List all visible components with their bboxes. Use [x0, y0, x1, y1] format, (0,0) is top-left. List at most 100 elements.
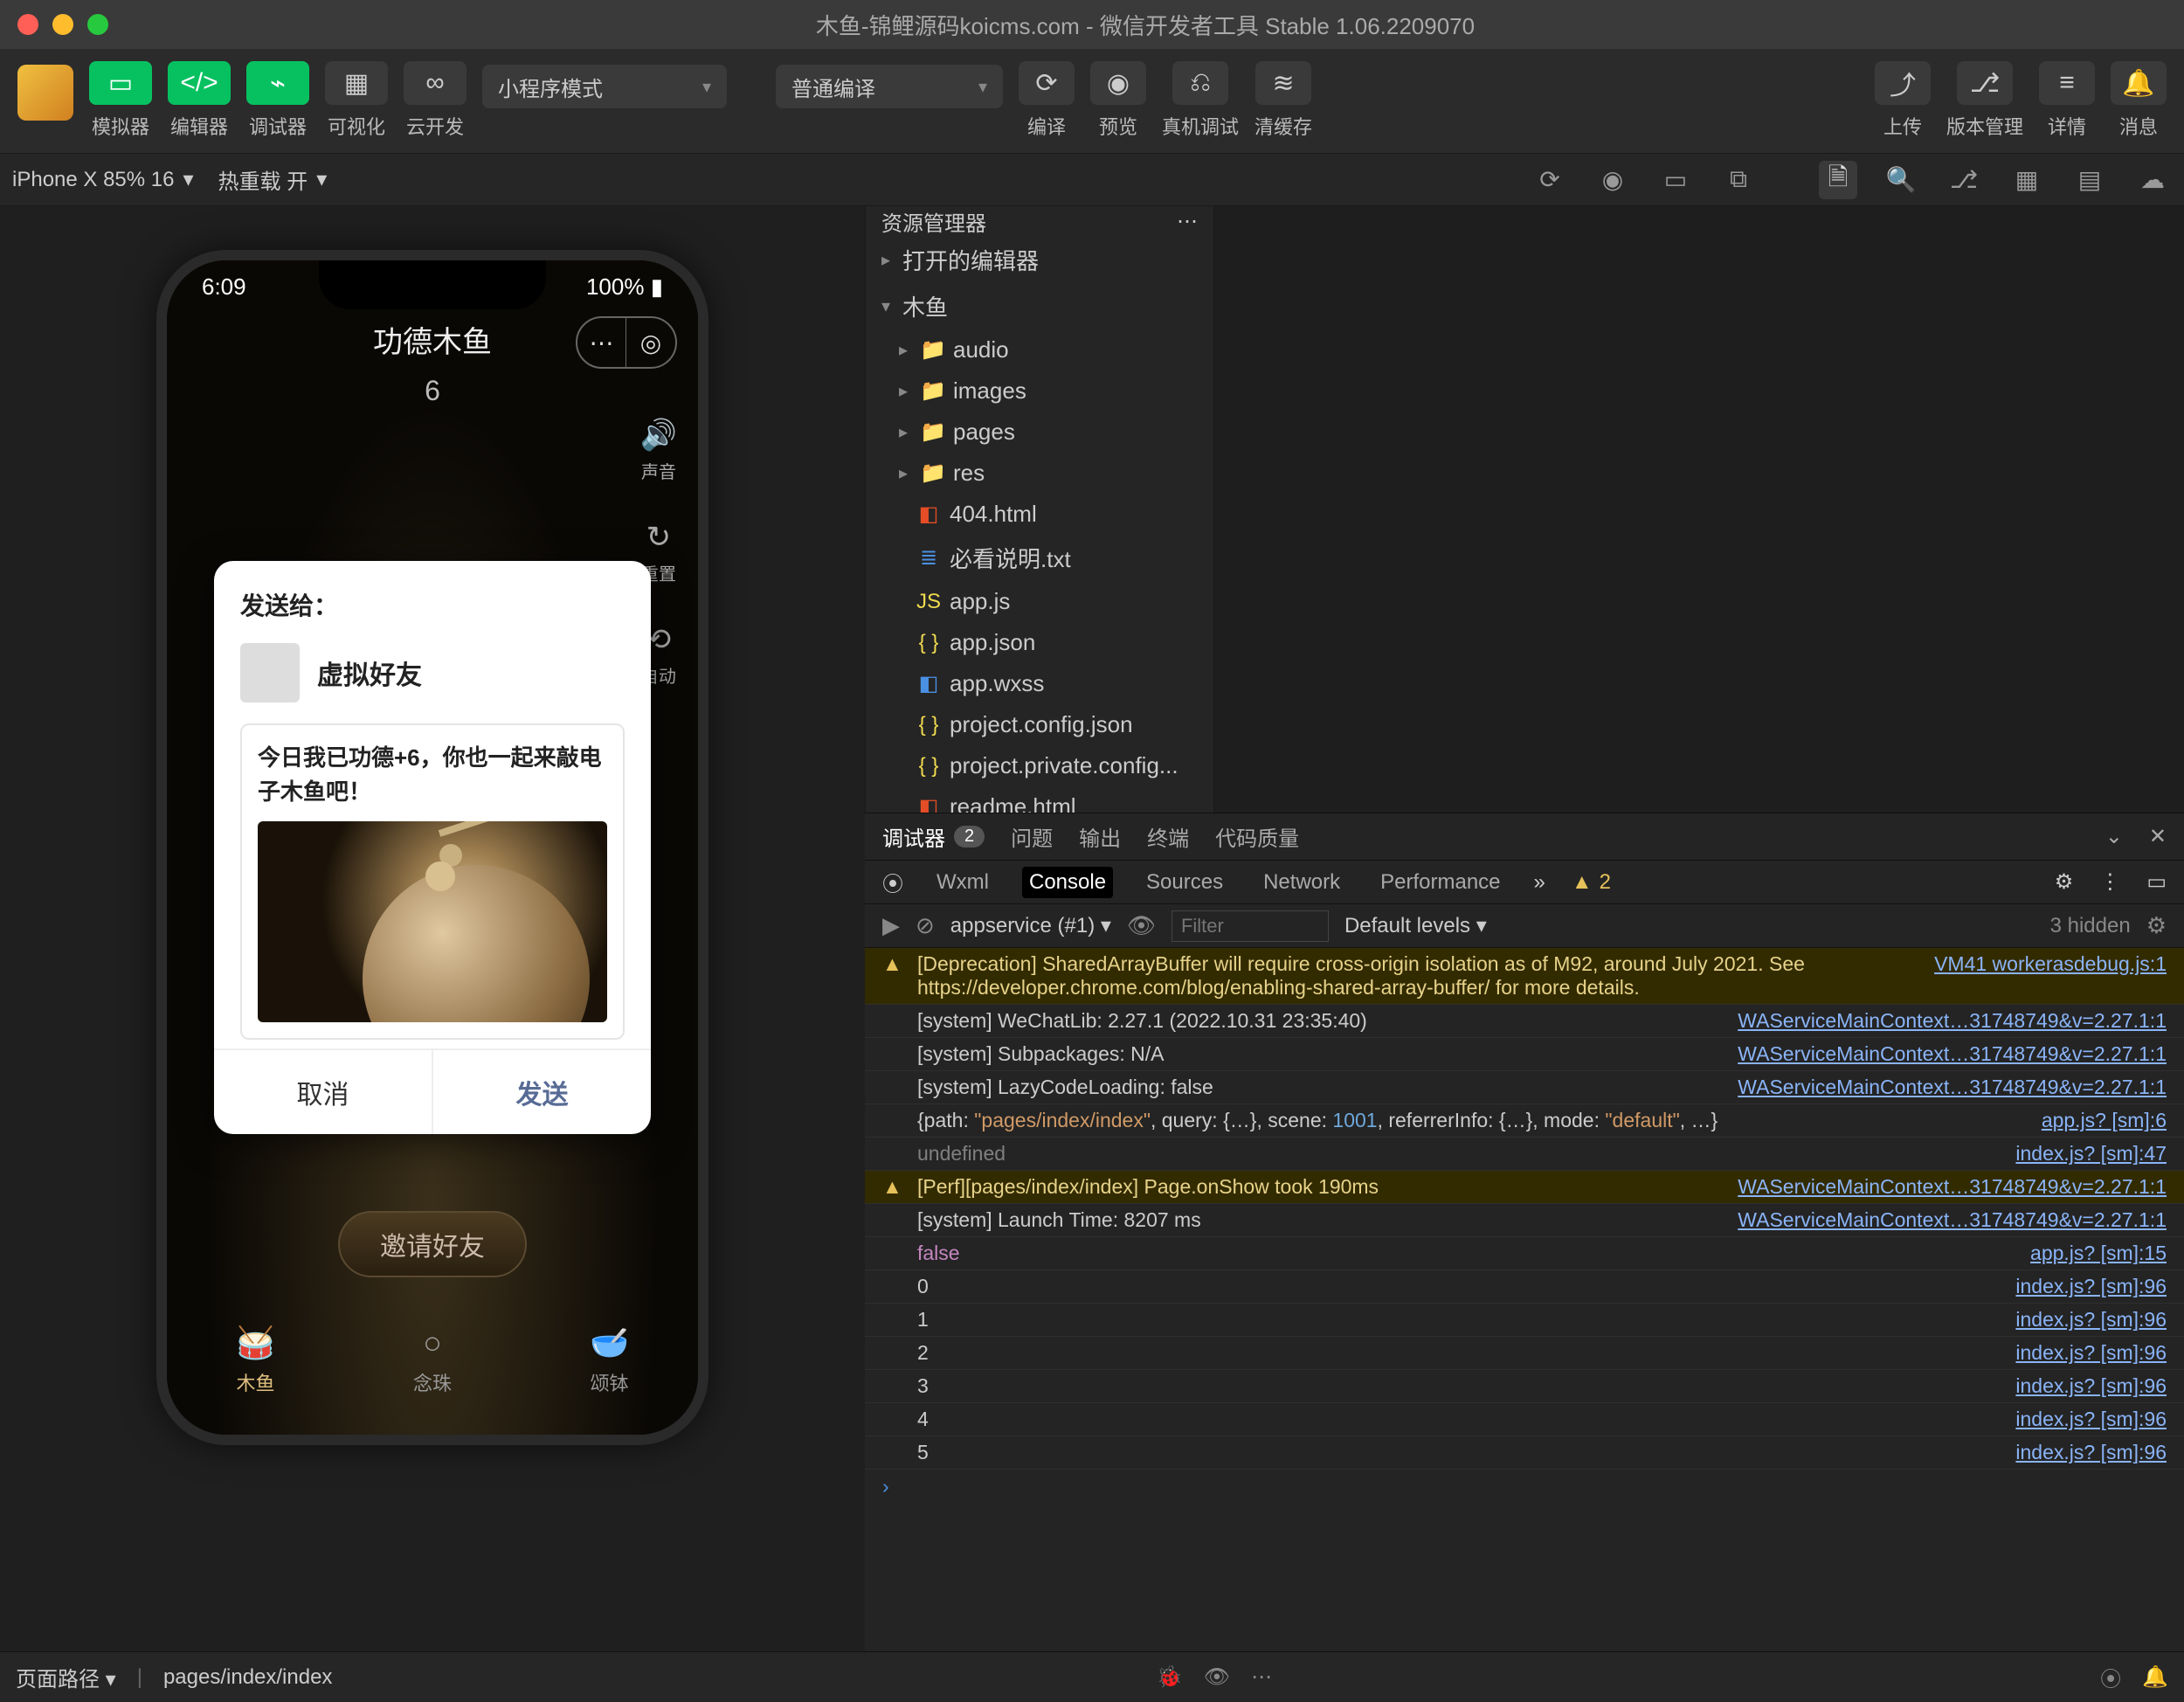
console-row[interactable]: {path: "pages/index/index", query: {…}, … [865, 1104, 2184, 1138]
devtools-tab-problems[interactable]: 问题 [1011, 821, 1053, 852]
compile-button[interactable]: ⟳ [1019, 61, 1075, 105]
capsule-close-icon[interactable]: ◎ [626, 318, 675, 367]
console-row[interactable]: ▲[Deprecation] SharedArrayBuffer will re… [865, 948, 2184, 1005]
inspect-icon[interactable]: ⦿ [882, 867, 903, 897]
tab-network[interactable]: Network [1256, 867, 1347, 898]
tab-nianzhu[interactable]: ○念珠 [413, 1325, 452, 1396]
compile-mode-dropdown[interactable]: 普通编译▾ [776, 65, 1003, 108]
close-window-icon[interactable] [17, 14, 38, 35]
context-selector[interactable]: appservice (#1) ▾ [950, 913, 1111, 938]
file-proj-private[interactable]: { }project.private.config... [866, 745, 1213, 786]
page-path-label[interactable]: 页面路径 ▾ [16, 1662, 116, 1692]
log-source-link[interactable]: app.js? [sm]:15 [2030, 1242, 2167, 1265]
user-avatar[interactable] [17, 65, 73, 121]
record-icon[interactable]: ◉ [1593, 161, 1632, 199]
console-row[interactable]: 1index.js? [sm]:96 [865, 1304, 2184, 1337]
tab-songbo[interactable]: 🥣颂钵 [590, 1325, 629, 1396]
console-row[interactable]: 3index.js? [sm]:96 [865, 1370, 2184, 1403]
log-source-link[interactable]: index.js? [sm]:96 [2015, 1374, 2167, 1398]
version-button[interactable]: ⎇ [1957, 61, 2013, 105]
bug-icon[interactable]: 🐞 [1157, 1664, 1183, 1690]
component-icon[interactable]: ▤ [2070, 161, 2109, 199]
file-app-wxss[interactable]: ◧app.wxss [866, 663, 1213, 704]
capsule-menu-icon[interactable]: ⋯ [577, 318, 626, 367]
console-output[interactable]: ▲[Deprecation] SharedArrayBuffer will re… [865, 948, 2184, 1651]
log-source-link[interactable]: index.js? [sm]:96 [2015, 1308, 2167, 1332]
mode-dropdown[interactable]: 小程序模式▾ [482, 65, 727, 108]
console-row[interactable]: [system] LazyCodeLoading: falseWAService… [865, 1071, 2184, 1104]
preview-button[interactable]: ◉ [1090, 61, 1146, 105]
log-source-link[interactable]: index.js? [sm]:96 [2015, 1441, 2167, 1464]
console-row[interactable]: falseapp.js? [sm]:15 [865, 1237, 2184, 1270]
console-row[interactable]: 0index.js? [sm]:96 [865, 1270, 2184, 1304]
console-row[interactable]: 5index.js? [sm]:96 [865, 1436, 2184, 1470]
console-row[interactable]: [system] Launch Time: 8207 msWAServiceMa… [865, 1204, 2184, 1237]
dock-icon[interactable]: ▭ [2146, 869, 2167, 895]
play-icon[interactable]: ▶ [882, 912, 900, 939]
refresh-icon[interactable]: ⟳ [1531, 161, 1569, 199]
console-row[interactable]: [system] Subpackages: N/AWAServiceMainCo… [865, 1038, 2184, 1071]
device-icon[interactable]: ▭ [1656, 161, 1695, 199]
message-button[interactable]: 🔔 [2111, 61, 2167, 105]
tab-muyu[interactable]: 🥁木鱼 [236, 1325, 275, 1396]
levels-selector[interactable]: Default levels ▾ [1344, 913, 1487, 938]
file-app-js[interactable]: JSapp.js [866, 581, 1213, 622]
console-row[interactable]: 4index.js? [sm]:96 [865, 1403, 2184, 1436]
log-source-link[interactable]: index.js? [sm]:47 [2015, 1142, 2167, 1166]
log-source-link[interactable]: WAServiceMainContext…31748749&v=2.27.1:1 [1738, 1042, 2167, 1066]
kebab-icon[interactable]: ⋮ [2099, 869, 2120, 895]
branch-icon[interactable]: ⎇ [1945, 161, 1983, 199]
console-prompt[interactable]: › [865, 1470, 2184, 1504]
hot-reload-toggle[interactable]: 热重载 开 ▾ [218, 164, 328, 195]
log-source-link[interactable]: index.js? [sm]:96 [2015, 1341, 2167, 1365]
cloud-icon[interactable]: ☁ [2133, 161, 2172, 199]
devtools-tab-terminal[interactable]: 终端 [1147, 821, 1189, 852]
more-icon[interactable]: ⋯ [1177, 209, 1198, 234]
log-source-link[interactable]: WAServiceMainContext…31748749&v=2.27.1:1 [1738, 1208, 2167, 1232]
bell-icon[interactable]: 🔔 [2142, 1664, 2168, 1690]
visualize-button[interactable]: ▦ [325, 61, 388, 105]
gear-icon[interactable]: ⚙ [2055, 869, 2074, 895]
extensions-icon[interactable]: ▦ [2008, 161, 2046, 199]
log-source-link[interactable]: WAServiceMainContext…31748749&v=2.27.1:1 [1738, 1009, 2167, 1033]
folder-audio[interactable]: ▸📁audio [866, 329, 1213, 370]
eye-icon[interactable]: 👁 [1127, 912, 1156, 939]
console-row[interactable]: 2index.js? [sm]:96 [865, 1337, 2184, 1370]
devtools-tab-debugger[interactable]: 调试器2 [882, 821, 985, 852]
tab-wxml[interactable]: Wxml [930, 867, 996, 898]
debugger-button[interactable]: ⌁ [246, 61, 309, 105]
file-readme-txt[interactable]: ≣必看说明.txt [866, 535, 1213, 581]
collapse-icon[interactable]: ⌄ [2105, 824, 2123, 849]
clear-cache-button[interactable]: ≋ [1255, 61, 1311, 105]
file-404[interactable]: ◧404.html [866, 494, 1213, 535]
cloud-button[interactable]: ∞ [404, 61, 467, 105]
hidden-count[interactable]: 3 hidden [2050, 914, 2131, 938]
cancel-button[interactable]: 取消 [214, 1050, 433, 1134]
folder-pages[interactable]: ▸📁pages [866, 412, 1213, 453]
log-source-link[interactable]: WAServiceMainContext…31748749&v=2.27.1:1 [1738, 1076, 2167, 1099]
log-source-link[interactable]: VM41 workerasdebug.js:1 [1934, 952, 2167, 976]
wifi-icon[interactable]: ⦿ [2100, 1662, 2121, 1692]
file-readme-html[interactable]: ◧readme.html [866, 786, 1213, 813]
gear-icon[interactable]: ⚙ [2146, 912, 2167, 939]
clear-icon[interactable]: ⊘ [916, 912, 935, 939]
invite-button[interactable]: 邀请好友 [338, 1211, 527, 1277]
search-icon[interactable]: 🔍 [1882, 161, 1920, 199]
minimize-window-icon[interactable] [52, 14, 73, 35]
detach-icon[interactable]: ⧉ [1719, 161, 1758, 199]
log-source-link[interactable]: app.js? [sm]:6 [2042, 1109, 2167, 1132]
more-tabs-icon[interactable]: » [1534, 870, 1545, 895]
tab-sources[interactable]: Sources [1139, 867, 1230, 898]
file-proj-config[interactable]: { }project.config.json [866, 704, 1213, 745]
devtools-tab-output[interactable]: 输出 [1079, 821, 1121, 852]
log-source-link[interactable]: index.js? [sm]:96 [2015, 1275, 2167, 1298]
remote-debug-button[interactable]: ⎌ [1172, 61, 1228, 105]
editor-button[interactable]: </> [168, 61, 231, 105]
folder-images[interactable]: ▸📁images [866, 370, 1213, 412]
files-icon[interactable]: 🗎 [1819, 161, 1857, 199]
devtools-tab-quality[interactable]: 代码质量 [1215, 821, 1299, 852]
simulator-button[interactable]: ▭ [89, 61, 152, 105]
device-selector[interactable]: iPhone X 85% 16 ▾ [12, 167, 194, 192]
tab-performance[interactable]: Performance [1373, 867, 1507, 898]
eye-icon[interactable]: 👁 [1204, 1664, 1230, 1690]
